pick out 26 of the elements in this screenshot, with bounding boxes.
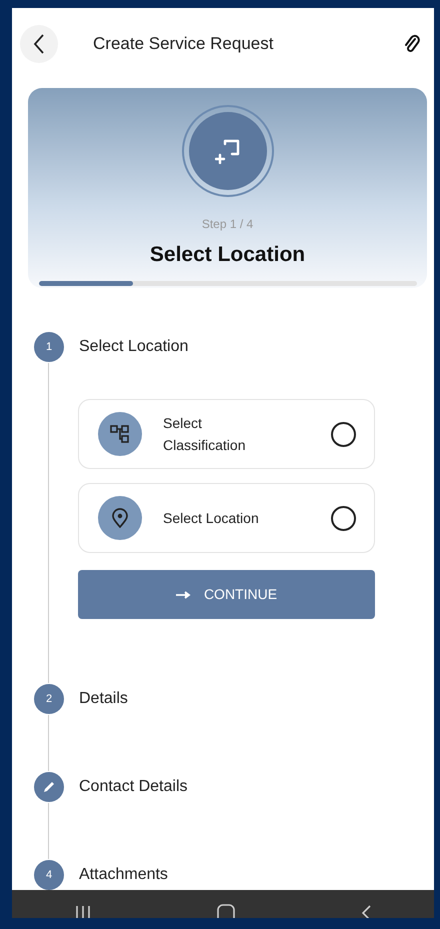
step-title: Select Location xyxy=(150,242,306,268)
step-label[interactable]: Details xyxy=(79,690,128,708)
step-label[interactable]: Select Location xyxy=(79,338,188,356)
recent-apps-icon[interactable] xyxy=(74,904,92,918)
continue-button[interactable]: CONTINUE xyxy=(78,570,375,619)
pencil-icon xyxy=(42,780,56,794)
add-frame-icon xyxy=(214,138,240,164)
location-pin-icon xyxy=(110,508,130,528)
page-title: Create Service Request xyxy=(93,33,274,56)
step-counter: Step 1 / 4 xyxy=(202,216,254,233)
step-label[interactable]: Contact Details xyxy=(79,778,188,796)
back-button[interactable] xyxy=(20,25,58,63)
home-icon[interactable] xyxy=(216,904,236,918)
option-card[interactable]: Select Classification xyxy=(78,399,375,469)
arrow-right-icon xyxy=(176,590,192,598)
step-number: 1 xyxy=(34,332,64,362)
option-card[interactable]: Select Location xyxy=(78,483,375,553)
step-number: 2 xyxy=(34,684,64,714)
step-number: 4 xyxy=(34,860,64,890)
radio-button[interactable] xyxy=(331,506,356,530)
back-icon xyxy=(32,33,46,55)
back-nav-icon[interactable] xyxy=(360,904,372,918)
step-label[interactable]: Attachments xyxy=(79,866,168,884)
radio-button[interactable] xyxy=(331,422,356,446)
paperclip-icon[interactable] xyxy=(404,34,420,54)
hierarchy-icon xyxy=(110,424,130,444)
